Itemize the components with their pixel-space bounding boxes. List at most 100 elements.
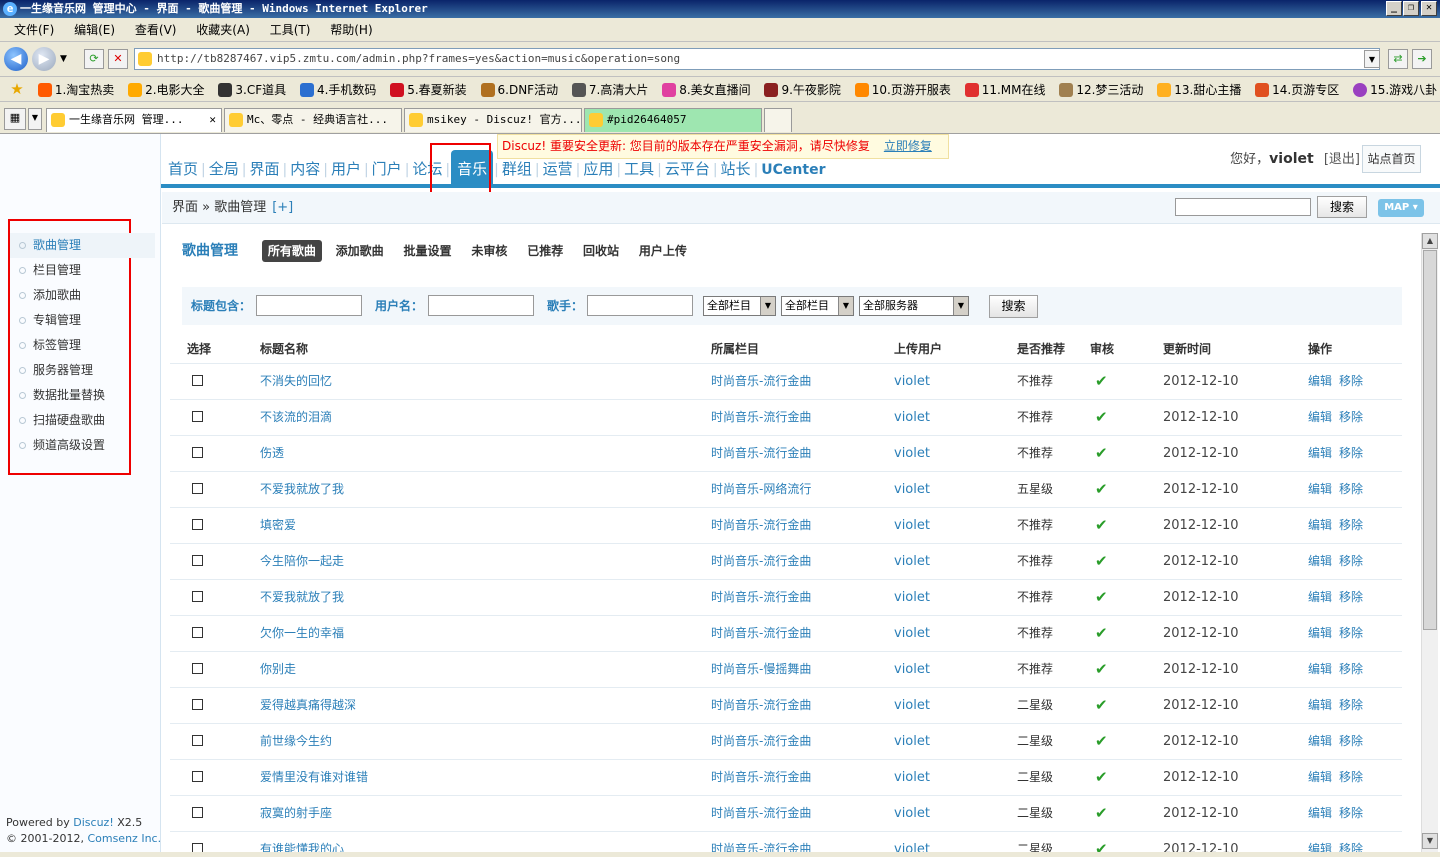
filter-search-button[interactable]: 搜索 [989,295,1038,318]
uploader-link[interactable]: violet [894,761,930,795]
tab-msikey[interactable]: msikey - Discuz! 官方... [404,108,582,132]
row-checkbox[interactable] [192,807,203,818]
comsenz-link[interactable]: Comsenz Inc. [87,832,161,845]
uploader-link[interactable]: violet [894,581,930,615]
fav-item[interactable]: 15.游戏八卦 [1353,78,1437,101]
side-item-servers[interactable]: 服务器管理 [10,358,155,383]
uploader-link[interactable]: violet [894,689,930,723]
remove-link[interactable]: 移除 [1339,616,1363,650]
subtab-add-song[interactable]: 添加歌曲 [330,240,390,262]
nav-content[interactable]: 内容 [288,150,322,188]
song-title-link[interactable]: 填密爱 [260,508,296,542]
song-category-link[interactable]: 时尚音乐-流行金曲 [711,796,811,830]
remove-link[interactable]: 移除 [1339,688,1363,722]
site-home-button[interactable]: 站点首页 [1362,145,1421,173]
nav-portal[interactable]: 门户 [370,150,404,188]
edit-link[interactable]: 编辑 [1308,580,1332,614]
song-title-link[interactable]: 不爱我就放了我 [260,472,344,506]
song-title-link[interactable]: 不爱我就放了我 [260,580,344,614]
subcategory-select[interactable]: 全部栏目 ▼ [781,296,854,316]
uploader-link[interactable]: violet [894,401,930,435]
side-item-song-manage[interactable]: 歌曲管理 [10,233,155,258]
side-item-scan-disk[interactable]: 扫描硬盘歌曲 [10,408,155,433]
category-select[interactable]: 全部栏目 ▼ [703,296,776,316]
uploader-link[interactable]: violet [894,545,930,579]
row-checkbox[interactable] [192,771,203,782]
song-title-link[interactable]: 爱情里没有谁对谁错 [260,760,368,794]
side-item-category[interactable]: 栏目管理 [10,258,155,283]
song-title-link[interactable]: 爱得越真痛得越深 [260,688,356,722]
menu-help[interactable]: 帮助(H) [322,18,380,42]
scroll-thumb[interactable] [1423,250,1437,630]
row-checkbox[interactable] [192,447,203,458]
subtab-recommended[interactable]: 已推荐 [521,240,569,262]
uploader-link[interactable]: violet [894,365,930,399]
fav-item[interactable]: 10.页游开服表 [854,78,951,101]
nav-style[interactable]: 界面 [247,150,281,188]
song-title-link[interactable]: 你别走 [260,652,296,686]
song-category-link[interactable]: 时尚音乐-网络流行 [711,472,811,506]
fav-item[interactable]: 2.电影大全 [128,78,205,101]
compat-view-icon[interactable]: ⇄ [1388,49,1408,69]
subtab-all-songs[interactable]: 所有歌曲 [261,240,322,262]
remove-link[interactable]: 移除 [1339,472,1363,506]
remove-link[interactable]: 移除 [1339,544,1363,578]
row-checkbox[interactable] [192,411,203,422]
remove-link[interactable]: 移除 [1339,364,1363,398]
fav-item[interactable]: 9.午夜影院 [764,78,841,101]
edit-link[interactable]: 编辑 [1308,760,1332,794]
menu-tools[interactable]: 工具(T) [262,18,319,42]
uploader-link[interactable]: violet [894,437,930,471]
row-checkbox[interactable] [192,519,203,530]
fav-item[interactable]: 6.DNF活动 [480,78,558,101]
go-arrow-icon[interactable]: ➔ [1412,49,1432,69]
tab-close-icon[interactable]: ✕ [209,109,216,131]
song-category-link[interactable]: 时尚音乐-流行金曲 [711,760,811,794]
remove-link[interactable]: 移除 [1339,436,1363,470]
server-select[interactable]: 全部服务器 ▼ [859,296,969,316]
fav-item[interactable]: 3.CF道具 [218,78,286,101]
row-checkbox[interactable] [192,663,203,674]
song-title-link[interactable]: 不该流的泪滴 [260,400,332,434]
menu-favorites[interactable]: 收藏夹(A) [188,18,258,42]
new-tab-button[interactable] [764,108,792,132]
edit-link[interactable]: 编辑 [1308,508,1332,542]
uploader-link[interactable]: violet [894,617,930,651]
fav-item[interactable]: 13.甜心主播 [1157,78,1241,101]
fav-item[interactable]: 14.页游专区 [1255,78,1339,101]
remove-link[interactable]: 移除 [1339,652,1363,686]
row-checkbox[interactable] [192,699,203,710]
uploader-link[interactable]: violet [894,653,930,687]
fav-item[interactable]: 1.淘宝热卖 [37,78,114,101]
user-filter-input[interactable] [428,295,534,316]
address-input[interactable]: http://tb8287467.vip5.zmtu.com/admin.php… [134,48,1380,70]
song-title-link[interactable]: 寂寞的射手座 [260,796,332,830]
song-category-link[interactable]: 时尚音乐-流行金曲 [711,616,811,650]
fix-now-link[interactable]: 立即修复 [884,139,932,153]
title-filter-input[interactable] [256,295,362,316]
uploader-link[interactable]: violet [894,473,930,507]
singer-filter-input[interactable] [587,295,693,316]
forward-button[interactable]: ▶ [32,47,56,71]
row-checkbox[interactable] [192,375,203,386]
maximize-button[interactable]: ❐ [1403,1,1419,16]
minimize-button[interactable]: _ [1386,1,1402,16]
row-checkbox[interactable] [192,483,203,494]
side-item-tags[interactable]: 标签管理 [10,333,155,358]
side-item-album[interactable]: 专辑管理 [10,308,155,333]
logout-link[interactable]: [退出] [1324,152,1360,167]
edit-link[interactable]: 编辑 [1308,652,1332,686]
song-category-link[interactable]: 时尚音乐-流行金曲 [711,688,811,722]
add-shortcut-link[interactable]: [+] [272,200,293,215]
edit-link[interactable]: 编辑 [1308,796,1332,830]
edit-link[interactable]: 编辑 [1308,400,1332,434]
remove-link[interactable]: 移除 [1339,724,1363,758]
menu-file[interactable]: 文件(F) [6,18,62,42]
row-checkbox[interactable] [192,627,203,638]
song-category-link[interactable]: 时尚音乐-流行金曲 [711,544,811,578]
favorites-star-icon[interactable]: ★ [0,77,34,101]
refresh-icon[interactable]: ⟳ [84,49,104,69]
admin-search-button[interactable]: 搜索 [1317,196,1367,218]
stop-icon[interactable]: ✕ [108,49,128,69]
tab-list-dropdown-icon[interactable]: ▼ [28,108,42,130]
